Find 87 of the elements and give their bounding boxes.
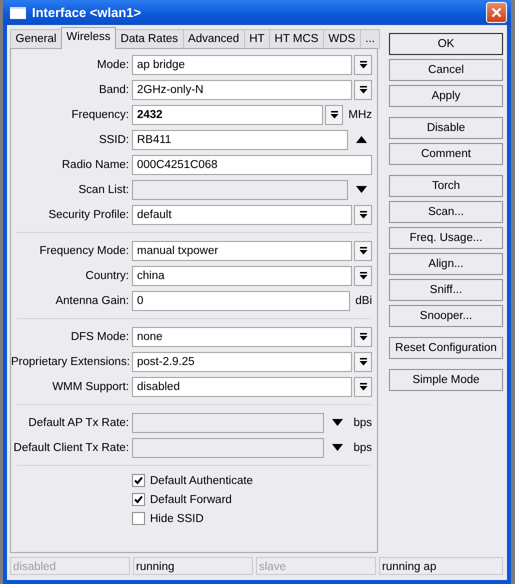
field-label: Proprietary Extensions: — [11, 356, 131, 368]
dropdown-arrow-icon — [358, 246, 368, 254]
field-label: SSID: — [98, 134, 130, 146]
dropdown-arrow-icon — [358, 272, 368, 280]
dropdown-arrow-icon[interactable] — [332, 444, 343, 451]
dropdown-field[interactable]: 2432 — [132, 104, 324, 124]
window-icon — [10, 6, 26, 18]
dropdown-arrow-icon — [358, 86, 368, 94]
field-label: Country: — [84, 270, 130, 282]
unit-label: MHz — [347, 108, 372, 120]
checkbox-label: Hide SSID — [150, 512, 204, 524]
status-cell: running — [133, 557, 253, 575]
dropdown-button[interactable] — [354, 326, 372, 346]
checkbox[interactable] — [132, 493, 145, 506]
dropdown-field[interactable]: 2GHz-only-N — [132, 80, 352, 100]
dropdown-button[interactable] — [354, 352, 372, 372]
close-icon[interactable] — [491, 7, 502, 18]
status-cell: running ap — [379, 557, 503, 575]
tab[interactable]: General — [10, 29, 62, 49]
dropdown-arrow-icon[interactable] — [332, 419, 343, 426]
dialog-button[interactable]: Apply — [389, 85, 503, 107]
text-field[interactable]: RB411 — [132, 130, 348, 150]
field-label: DFS Mode: — [70, 330, 130, 342]
dropdown-field[interactable]: disabled — [132, 376, 352, 396]
tab[interactable]: ... — [360, 29, 380, 49]
dropdown-arrow-icon — [358, 382, 368, 390]
field-label: Default AP Tx Rate: — [27, 416, 130, 428]
dropdown-field[interactable]: ap bridge — [132, 54, 352, 74]
dropdown-arrow-icon — [358, 60, 368, 68]
dropdown-arrow-icon — [358, 358, 368, 366]
status-cell: disabled — [10, 557, 130, 575]
dialog-button[interactable]: OK — [389, 33, 503, 55]
field-label: Frequency Mode: — [38, 244, 130, 256]
dialog-button[interactable]: Disable — [389, 117, 503, 139]
text-field[interactable]: 0 — [132, 290, 350, 310]
field-label: Security Profile: — [47, 208, 130, 220]
dialog-button[interactable]: Freq. Usage... — [389, 227, 503, 249]
dropdown-arrow-icon — [330, 110, 339, 118]
dialog-button[interactable]: Comment — [389, 143, 503, 165]
dropdown-arrow-icon — [358, 332, 368, 340]
field-label: Band: — [98, 84, 130, 96]
field-label: Default Client Tx Rate: — [12, 442, 130, 454]
dropdown-button[interactable] — [325, 104, 344, 124]
field-label: WMM Support: — [51, 380, 130, 392]
checkbox[interactable] — [132, 474, 145, 487]
collapse-arrow-icon[interactable] — [356, 136, 366, 143]
checkbox[interactable] — [132, 512, 145, 525]
field-label: Frequency: — [70, 108, 130, 120]
unit-label: dBi — [354, 294, 372, 306]
tab[interactable]: WDS — [322, 29, 361, 49]
text-field[interactable]: 000C4251C068 — [132, 154, 372, 174]
dropdown-button[interactable] — [354, 376, 372, 396]
dropdown-arrow-icon — [358, 210, 368, 218]
dialog-button[interactable]: Reset Configuration — [389, 337, 503, 359]
status-cell: slave — [256, 557, 376, 575]
dropdown-field[interactable]: none — [132, 326, 352, 346]
dialog-button[interactable]: Torch — [389, 175, 503, 197]
tab[interactable]: Wireless — [60, 27, 116, 49]
dropdown-field[interactable]: post-2.9.25 — [132, 352, 352, 372]
tab[interactable]: HT MCS — [269, 29, 324, 49]
unit-label: bps — [352, 442, 372, 454]
dropdown-button[interactable] — [354, 54, 372, 74]
dialog-button[interactable]: Scan... — [389, 201, 503, 223]
dialog-button[interactable]: Snooper... — [389, 305, 503, 327]
window-title: Interface <wlan1> — [32, 5, 142, 20]
field-label: Scan List: — [78, 184, 130, 196]
dropdown-button[interactable] — [354, 266, 372, 286]
field-label: Radio Name: — [60, 158, 130, 170]
tab[interactable]: Data Rates — [115, 29, 184, 49]
checkbox-label: Default Authenticate — [150, 474, 253, 486]
dialog-button[interactable]: Align... — [389, 253, 503, 275]
field-label: Mode: — [96, 58, 130, 70]
dropdown-field[interactable]: manual txpower — [132, 240, 352, 260]
dropdown-button[interactable] — [354, 204, 372, 224]
dropdown-button[interactable] — [354, 80, 372, 100]
dropdown-button[interactable] — [354, 240, 372, 260]
dropdown-field[interactable]: china — [132, 266, 352, 286]
dialog-button[interactable]: Simple Mode — [389, 369, 503, 391]
dialog-button[interactable]: Sniff... — [389, 279, 503, 301]
dropdown-field[interactable]: default — [132, 204, 352, 224]
dropdown-arrow-icon[interactable] — [356, 186, 366, 193]
close-button[interactable] — [486, 2, 507, 23]
field-label: Antenna Gain: — [54, 294, 130, 306]
checkbox-label: Default Forward — [150, 494, 232, 506]
unit-label: bps — [352, 416, 372, 428]
tab[interactable]: Advanced — [182, 29, 245, 49]
dialog-button[interactable]: Cancel — [389, 59, 503, 81]
